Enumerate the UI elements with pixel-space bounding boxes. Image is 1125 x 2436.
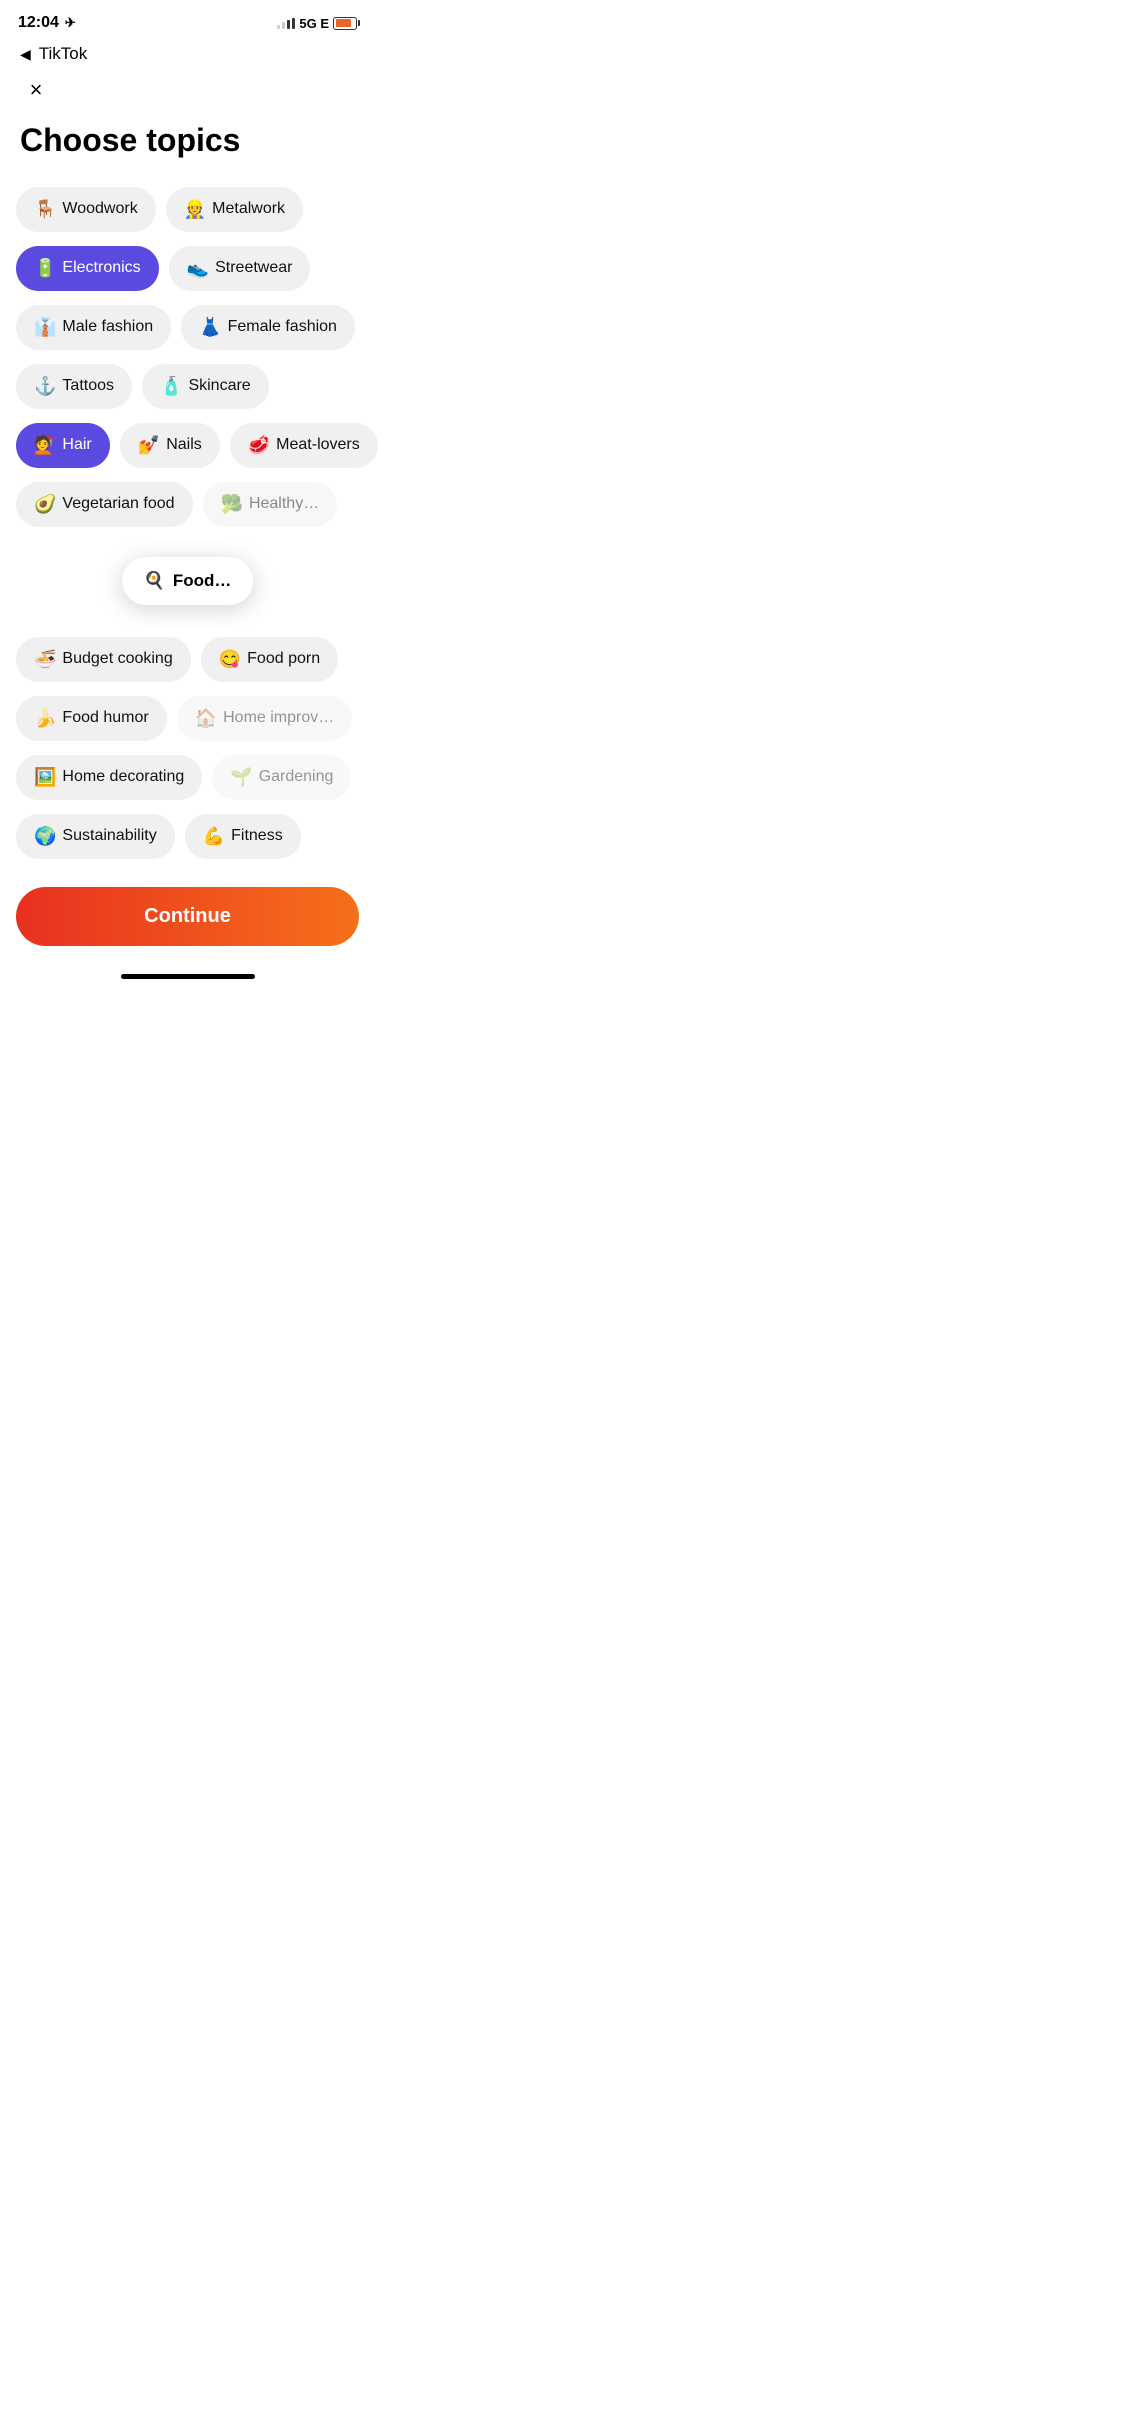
woodwork-emoji: 🪑 [34, 199, 56, 220]
topic-row-home-decorating: 🖼️ Home decorating 🌱 Gardening [16, 755, 359, 800]
popup-label: Food… [173, 571, 232, 591]
status-right: 5G E [277, 16, 357, 31]
food-humor-label: Food humor [62, 709, 148, 727]
chip-healthy-eating-partial[interactable]: 🥦 Healthy… [203, 482, 338, 527]
chip-home-decorating[interactable]: 🖼️ Home decorating [16, 755, 202, 800]
hair-label: Hair [62, 436, 91, 454]
tattoos-label: Tattoos [62, 377, 114, 395]
streetwear-label: Streetwear [215, 259, 292, 277]
metalwork-label: Metalwork [212, 200, 285, 218]
chip-food-humor[interactable]: 🍌 Food humor [16, 696, 167, 741]
skincare-label: Skincare [188, 377, 250, 395]
home-decorating-emoji: 🖼️ [34, 767, 56, 788]
topic-row-1: 🪑 Woodwork 👷 Metalwork [16, 187, 359, 232]
home-indicator [121, 974, 255, 979]
signal-bar-1 [277, 25, 280, 29]
popup-bubble: 🍳 Food… [122, 557, 254, 605]
budget-cooking-label: Budget cooking [62, 650, 172, 668]
page-title: Choose topics [0, 122, 375, 187]
food-humor-emoji: 🍌 [34, 708, 56, 729]
location-icon: ✈ [65, 15, 76, 31]
continue-button[interactable]: Continue [16, 887, 359, 946]
vegetarian-label: Vegetarian food [62, 495, 174, 513]
chip-sustainability[interactable]: 🌍 Sustainability [16, 814, 175, 859]
chip-fitness[interactable]: 💪 Fitness [185, 814, 301, 859]
back-arrow-icon: ◀ [20, 46, 31, 63]
gardening-label: Gardening [259, 768, 334, 786]
topic-row-6: 🥑 Vegetarian food 🥦 Healthy… [16, 482, 359, 527]
signal-bar-4 [292, 18, 295, 29]
topics-container: 🪑 Woodwork 👷 Metalwork 🔋 Electronics 👟 S… [0, 187, 375, 527]
topic-row-2: 🔋 Electronics 👟 Streetwear [16, 246, 359, 291]
chip-electronics[interactable]: 🔋 Electronics [16, 246, 159, 291]
signal-bar-3 [287, 20, 290, 29]
topic-row-budget: 🍜 Budget cooking 😋 Food porn [16, 637, 359, 682]
budget-cooking-emoji: 🍜 [34, 649, 56, 670]
nails-label: Nails [166, 436, 202, 454]
topic-row-4: ⚓ Tattoos 🧴 Skincare [16, 364, 359, 409]
female-fashion-label: Female fashion [228, 318, 337, 336]
skincare-emoji: 🧴 [160, 376, 182, 397]
signal-bar-2 [282, 22, 285, 29]
sustainability-emoji: 🌍 [34, 826, 56, 847]
bottom-topics-container: 🍜 Budget cooking 😋 Food porn 🍌 Food humo… [0, 637, 375, 859]
chip-vegetarian-food[interactable]: 🥑 Vegetarian food [16, 482, 193, 527]
chip-skincare[interactable]: 🧴 Skincare [142, 364, 269, 409]
signal-bars [277, 17, 295, 29]
topic-row-5: 💇 Hair 💅 Nails 🥩 Meat-lovers [16, 423, 359, 468]
time: 12:04 [18, 14, 59, 32]
chip-nails[interactable]: 💅 Nails [120, 423, 220, 468]
chip-hair[interactable]: 💇 Hair [16, 423, 110, 468]
status-bar: 12:04 ✈ 5G E [0, 0, 375, 38]
electronics-emoji: 🔋 [34, 258, 56, 279]
back-label[interactable]: TikTok [39, 44, 88, 64]
healthy-eating-emoji: 🥦 [221, 494, 243, 515]
home-improvement-label: Home improv… [223, 709, 334, 727]
meat-lovers-emoji: 🥩 [248, 435, 270, 456]
nails-emoji: 💅 [138, 435, 160, 456]
chip-food-porn[interactable]: 😋 Food porn [201, 637, 338, 682]
chip-metalwork[interactable]: 👷 Metalwork [166, 187, 303, 232]
chip-gardening-partial[interactable]: 🌱 Gardening [212, 755, 351, 800]
chip-home-improvement-partial[interactable]: 🏠 Home improv… [177, 696, 353, 741]
meat-lovers-label: Meat-lovers [276, 436, 360, 454]
metalwork-emoji: 👷 [184, 199, 206, 220]
electronics-label: Electronics [62, 259, 140, 277]
topic-row-3: 👔 Male fashion 👗 Female fashion [16, 305, 359, 350]
close-button[interactable]: × [20, 74, 52, 106]
woodwork-label: Woodwork [62, 200, 137, 218]
gardening-emoji: 🌱 [230, 767, 252, 788]
fitness-label: Fitness [231, 827, 283, 845]
status-left: 12:04 ✈ [18, 14, 76, 32]
hair-emoji: 💇 [34, 435, 56, 456]
streetwear-emoji: 👟 [187, 258, 209, 279]
food-porn-emoji: 😋 [219, 649, 241, 670]
sustainability-label: Sustainability [62, 827, 156, 845]
chip-male-fashion[interactable]: 👔 Male fashion [16, 305, 171, 350]
chip-budget-cooking[interactable]: 🍜 Budget cooking [16, 637, 191, 682]
tattoos-emoji: ⚓ [34, 376, 56, 397]
home-improvement-emoji: 🏠 [195, 708, 217, 729]
popup-icon: 🍳 [144, 571, 165, 591]
healthy-eating-label: Healthy… [249, 495, 319, 513]
chip-woodwork[interactable]: 🪑 Woodwork [16, 187, 156, 232]
popup-area: 🍳 Food… [16, 537, 359, 627]
topic-row-sustainability: 🌍 Sustainability 💪 Fitness [16, 814, 359, 859]
home-decorating-label: Home decorating [62, 768, 184, 786]
chip-streetwear[interactable]: 👟 Streetwear [169, 246, 311, 291]
male-fashion-label: Male fashion [62, 318, 153, 336]
chip-female-fashion[interactable]: 👗 Female fashion [181, 305, 355, 350]
nav-bar: ◀ TikTok [0, 38, 375, 74]
topic-row-food-humor: 🍌 Food humor 🏠 Home improv… [16, 696, 359, 741]
battery-fill [336, 19, 351, 27]
battery-icon [333, 17, 357, 30]
vegetarian-emoji: 🥑 [34, 494, 56, 515]
food-porn-label: Food porn [247, 650, 320, 668]
chip-tattoos[interactable]: ⚓ Tattoos [16, 364, 132, 409]
female-fashion-emoji: 👗 [199, 317, 221, 338]
chip-meat-lovers[interactable]: 🥩 Meat-lovers [230, 423, 378, 468]
male-fashion-emoji: 👔 [34, 317, 56, 338]
fitness-emoji: 💪 [203, 826, 225, 847]
network-type: 5G E [299, 16, 329, 31]
